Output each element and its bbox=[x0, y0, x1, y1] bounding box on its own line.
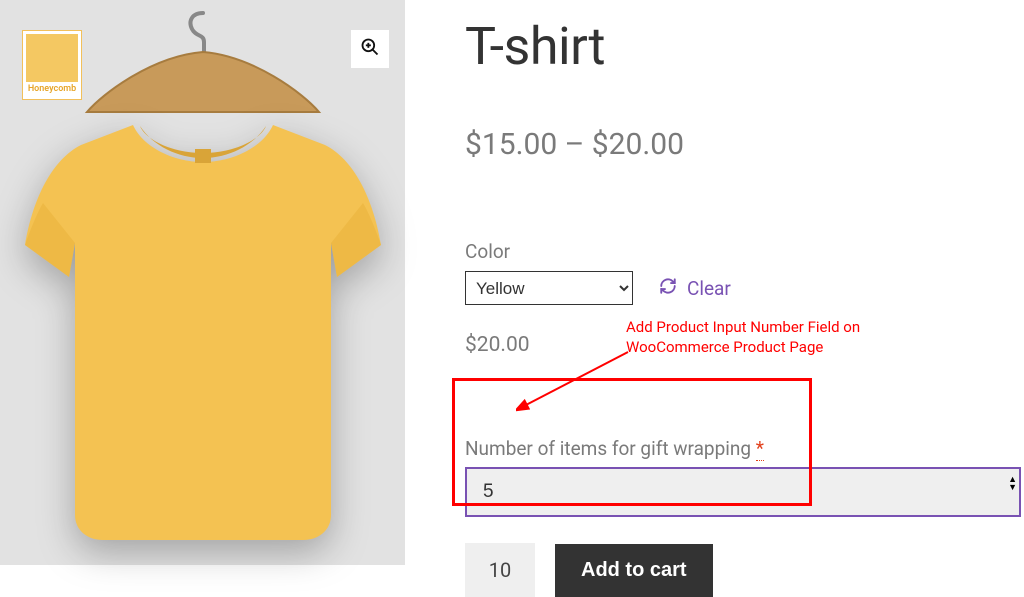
add-to-cart-button[interactable]: Add to cart bbox=[555, 544, 713, 597]
clear-text: Clear bbox=[687, 277, 731, 300]
required-asterisk: * bbox=[756, 437, 764, 461]
quantity-value: 10 bbox=[489, 558, 511, 582]
refresh-icon bbox=[659, 277, 677, 300]
gift-wrapping-label: Number of items for gift wrapping * bbox=[465, 437, 1021, 460]
annotation-line-2: WooCommerce Product Page bbox=[626, 338, 906, 358]
annotation-line-1: Add Product Input Number Field on bbox=[626, 318, 906, 338]
annotation-text: Add Product Input Number Field on WooCom… bbox=[626, 318, 906, 357]
gift-wrapping-number-input[interactable] bbox=[465, 467, 1021, 517]
product-title: T-shirt bbox=[465, 16, 1021, 77]
stepper-down-icon[interactable]: ▼ bbox=[1008, 484, 1017, 492]
zoom-button[interactable] bbox=[351, 30, 389, 68]
variation-label-color: Color bbox=[465, 240, 1021, 263]
product-summary: T-shirt $15.00 – $20.00 Color Yellow bbox=[465, 0, 1024, 597]
gift-wrapping-label-text: Number of items for gift wrapping bbox=[465, 437, 756, 460]
product-image-gallery: Honeycomb bbox=[0, 0, 405, 565]
price-range: $15.00 – $20.00 bbox=[465, 127, 1021, 162]
product-image[interactable] bbox=[13, 85, 393, 555]
zoom-in-icon bbox=[360, 37, 380, 61]
swatch-color-chip bbox=[26, 34, 78, 82]
clear-variation-link[interactable]: Clear bbox=[659, 277, 731, 300]
color-select[interactable]: Yellow bbox=[465, 271, 633, 305]
quantity-input[interactable]: 10 bbox=[465, 543, 535, 597]
